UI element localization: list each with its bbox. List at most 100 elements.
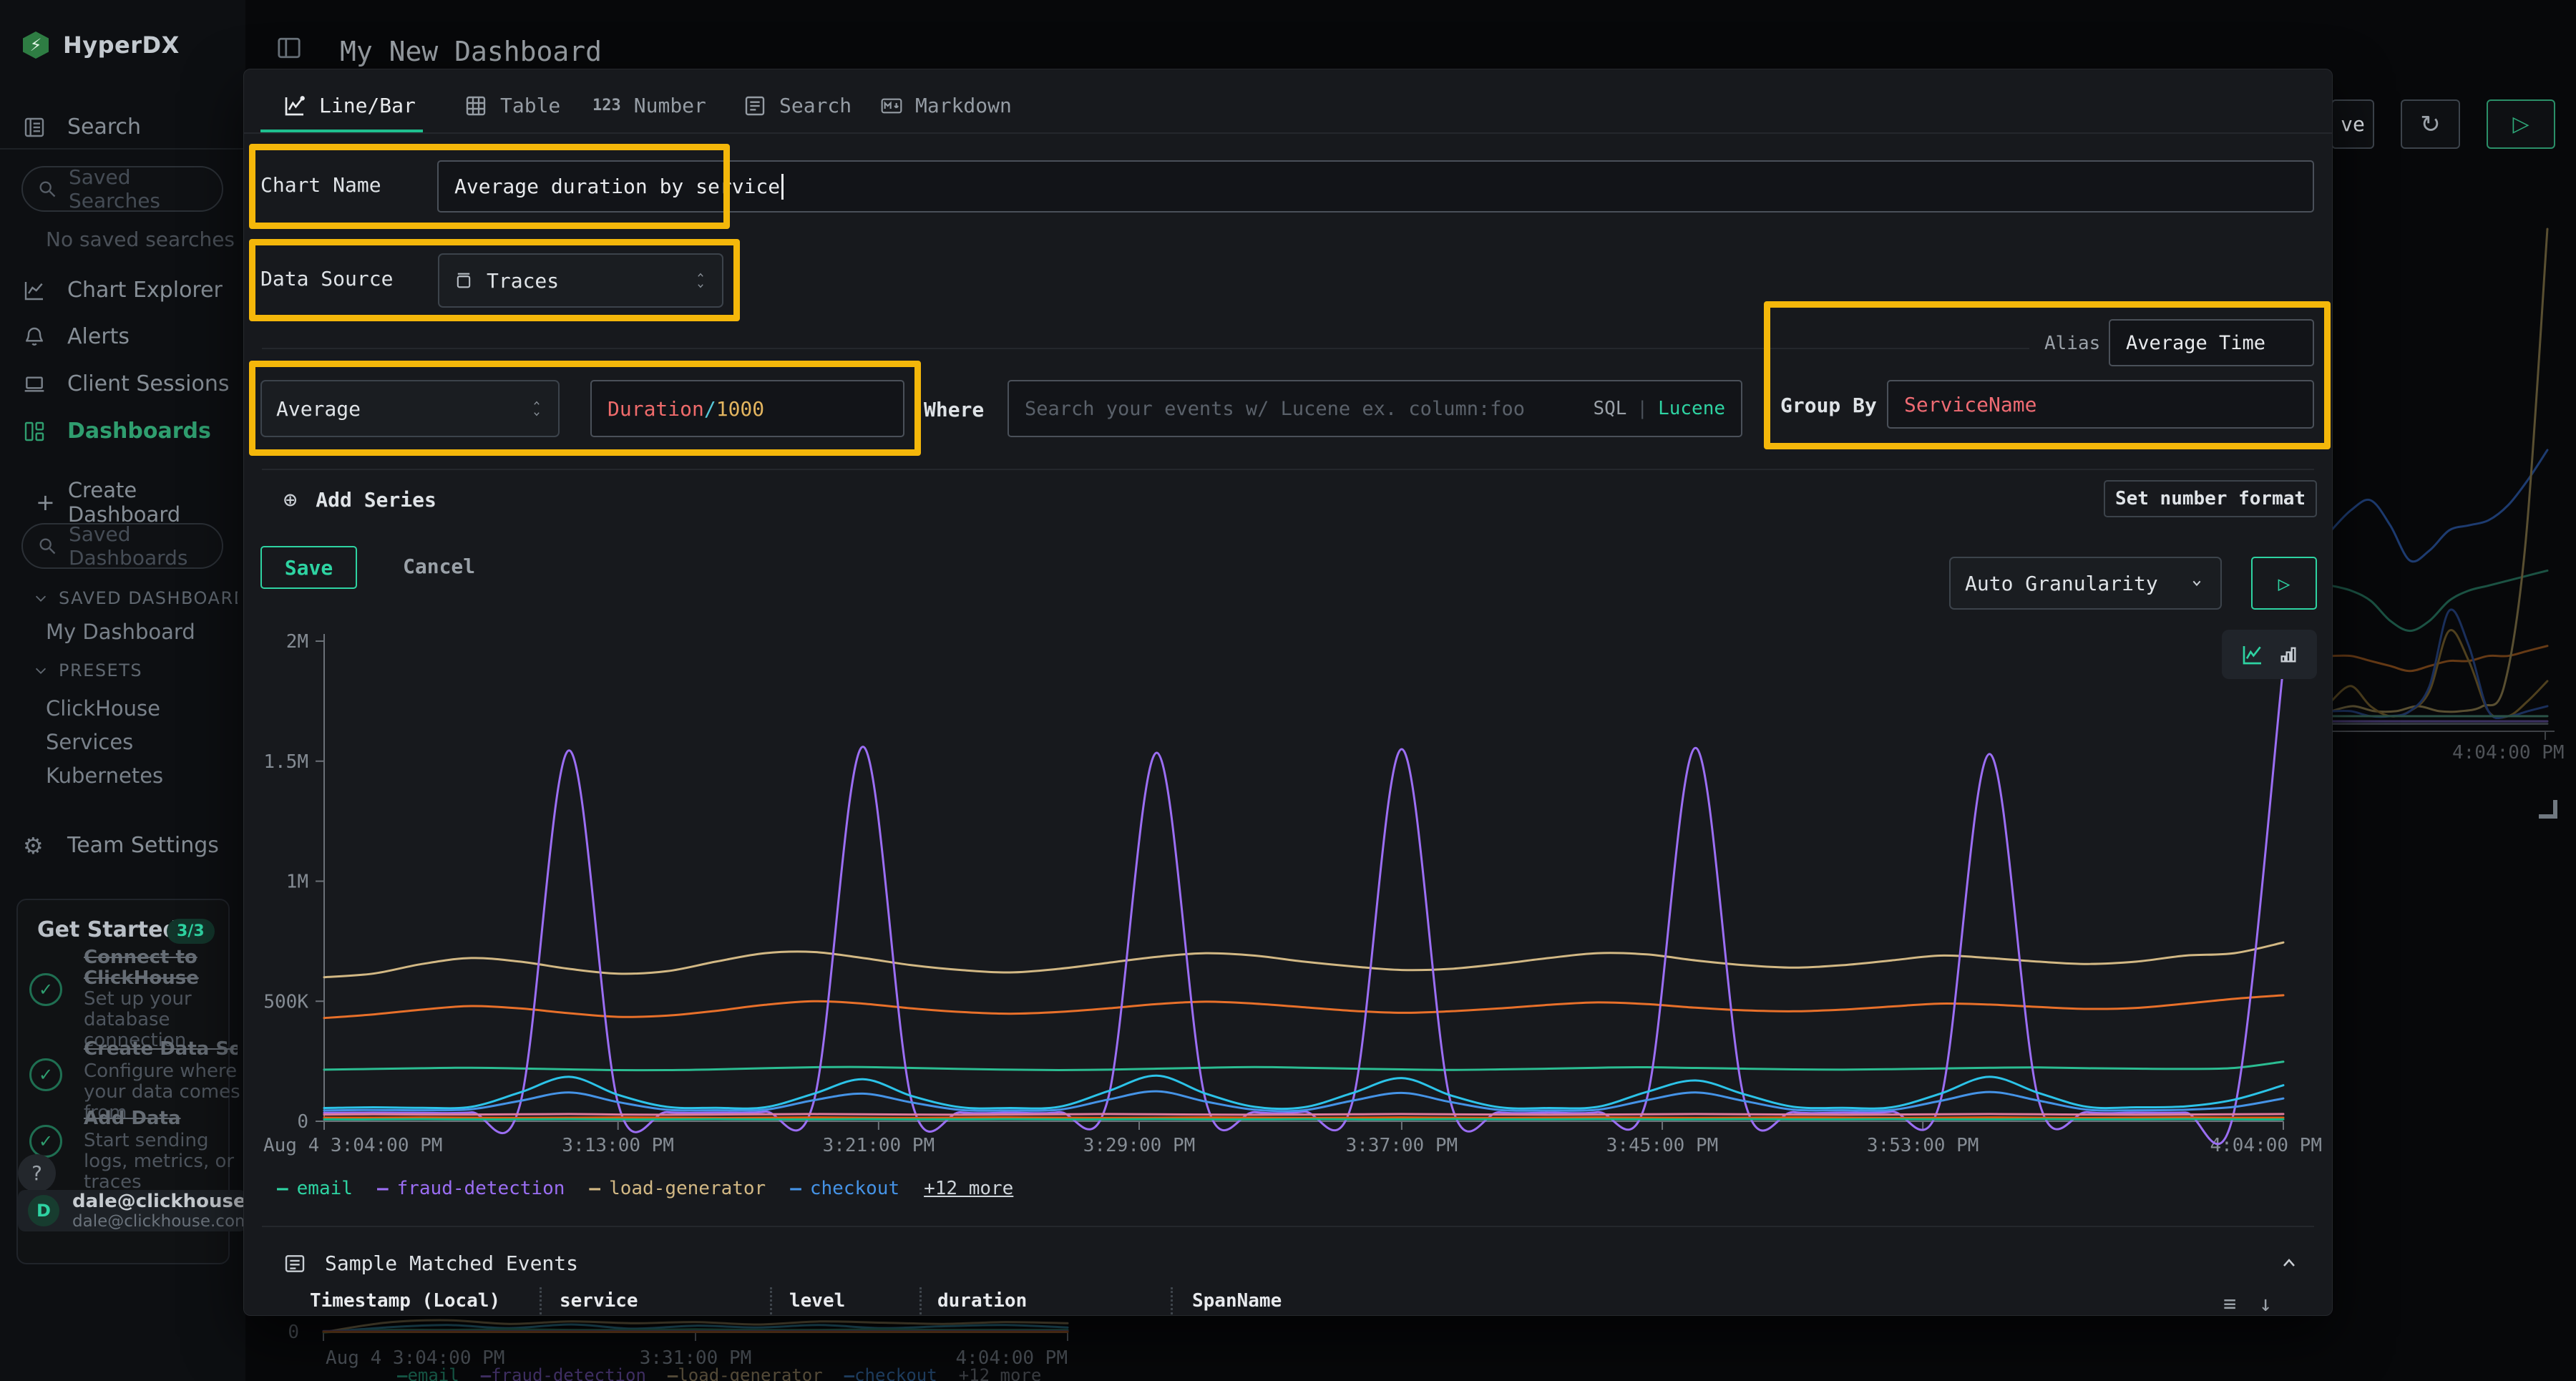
column-header[interactable]: service [560, 1290, 638, 1312]
sidebar-divider [0, 148, 245, 150]
table-download-icon[interactable]: ↓ [2259, 1292, 2272, 1316]
sidebar-item-label: Dashboards [67, 419, 211, 444]
dashboard-save-button-partial[interactable]: ve [2331, 99, 2374, 149]
check-circle-icon: ✓ [29, 1058, 62, 1091]
svg-text:0: 0 [297, 1111, 308, 1133]
plus-circle-icon: ⊕ [283, 486, 297, 513]
step-title: Connect to ClickHouse [84, 947, 205, 989]
legend-entry: —checkout [844, 1365, 937, 1381]
brand[interactable]: ⚡ HyperDX [23, 31, 180, 59]
data-source-label: Data Source [260, 267, 393, 291]
table-sort-icon[interactable]: ≡ [2223, 1292, 2236, 1316]
set-number-format-button[interactable]: Set number format [2104, 480, 2317, 517]
saved-searches-input[interactable]: Saved Searches [21, 166, 223, 212]
step-title: Create Data Source [84, 1039, 238, 1060]
chart-name-input[interactable]: Average duration by service [437, 160, 2314, 213]
sidebar-item-services[interactable]: Services [46, 730, 133, 754]
text-cursor [781, 174, 784, 200]
create-dashboard-button[interactable]: + Create Dashboard [36, 478, 245, 527]
no-saved-searches: No saved searches [46, 228, 235, 251]
laptop-icon [23, 373, 46, 396]
sidebar-item-chart-explorer[interactable]: Chart Explorer [23, 278, 223, 303]
dashboards-grid-icon [23, 420, 46, 443]
collapse-chevron-icon[interactable] [2278, 1254, 2301, 1272]
legend-dash-icon: — [481, 1365, 491, 1381]
column-header[interactable]: SpanName [1192, 1290, 1282, 1312]
save-button[interactable]: Save [260, 546, 357, 589]
svg-text:3:13:00 PM: 3:13:00 PM [562, 1135, 674, 1156]
get-started-title: Get Started [37, 917, 178, 942]
database-icon [454, 270, 474, 291]
presets-section-header[interactable]: PRESETS [33, 660, 142, 680]
sidebar-item-clickhouse[interactable]: ClickHouse [46, 696, 160, 721]
run-chart-button[interactable]: ▷ [2251, 557, 2317, 610]
line-chart-icon [283, 94, 306, 117]
sql-mode-toggle[interactable]: SQL [1593, 398, 1626, 419]
line-chart-icon[interactable] [2241, 643, 2264, 666]
sidebar-item-search[interactable]: Search [23, 114, 141, 140]
tile-resize-handle[interactable] [2539, 800, 2557, 819]
svg-text:4:04:00 PM: 4:04:00 PM [2210, 1135, 2322, 1156]
sample-events-header[interactable]: Sample Matched Events [283, 1251, 578, 1275]
help-button[interactable]: ? [18, 1154, 56, 1192]
alias-input[interactable]: Average Time [2109, 319, 2314, 366]
dashboard-play-button[interactable]: ▷ [2487, 99, 2555, 149]
column-header[interactable]: level [789, 1290, 845, 1312]
sidebar-item-alerts[interactable]: Alerts [23, 324, 130, 349]
svg-text:500K: 500K [263, 991, 308, 1012]
sidebar-item-my-dashboard[interactable]: My Dashboard [46, 620, 195, 644]
cancel-button[interactable]: Cancel [403, 555, 475, 578]
bell-icon [23, 326, 46, 348]
search-doc-icon [23, 116, 46, 139]
granularity-select[interactable]: Auto Granularity [1949, 557, 2222, 610]
sidebar-item-dashboards[interactable]: Dashboards [23, 419, 211, 444]
refresh-button[interactable]: ↻ [2401, 99, 2460, 149]
saved-dashboards-placeholder: Saved Dashboards [69, 522, 213, 570]
magnifier-icon [37, 179, 57, 199]
step-desc: Start sending logs, metrics, or traces [84, 1131, 247, 1193]
legend-entry: —checkout [790, 1178, 899, 1199]
plus-icon: + [36, 489, 55, 516]
column-header[interactable]: duration [937, 1290, 1027, 1312]
user-menu[interactable]: D dale@clickhouse.c dale@clickhouse.com'… [18, 1190, 247, 1231]
chevron-down-icon [2187, 577, 2206, 589]
data-source-select[interactable]: Traces [438, 253, 723, 308]
sidebar-toggle-icon[interactable] [276, 36, 302, 60]
column-header[interactable]: Timestamp (Local) [310, 1290, 500, 1312]
chart-type-toggle[interactable] [2222, 630, 2317, 679]
saved-dashboards-input[interactable]: Saved Dashboards [21, 523, 223, 569]
aggregation-select[interactable]: Average [260, 380, 560, 437]
sidebar-item-client-sessions[interactable]: Client Sessions [23, 371, 229, 396]
lucene-mode-toggle[interactable]: Lucene [1658, 398, 1725, 419]
legend-dash-icon: — [790, 1178, 801, 1199]
check-circle-icon: ✓ [29, 973, 62, 1006]
sidebar-item-kubernetes[interactable]: Kubernetes [46, 763, 163, 788]
list-icon [283, 1252, 306, 1275]
sidebar-item-team-settings[interactable]: ⚙ Team Settings [23, 833, 219, 858]
tab-table[interactable]: Table [464, 94, 560, 117]
field-expression-input[interactable]: Duration/1000 [590, 380, 904, 437]
where-search-input[interactable]: Search your events w/ Lucene ex. column:… [1008, 380, 1742, 437]
svg-text:3:53:00 PM: 3:53:00 PM [1867, 1135, 1979, 1156]
legend-more-link[interactable]: +12 more [924, 1178, 1013, 1199]
user-name: dale@clickhouse.c [72, 1191, 247, 1212]
tab-number[interactable]: 123 Number [592, 94, 706, 117]
group-by-input[interactable]: ServiceName [1887, 380, 2314, 429]
get-started-badge: 3/3 [167, 919, 215, 944]
alias-label: Alias [2044, 333, 2100, 354]
chart-legend: —email—fraud-detection—load-generator—ch… [277, 1178, 1013, 1199]
svg-text:2M: 2M [286, 631, 308, 653]
tab-line-bar[interactable]: Line/Bar [283, 94, 416, 117]
page-title: My New Dashboard [340, 36, 602, 67]
add-series-button[interactable]: ⊕ Add Series [283, 486, 436, 513]
tab-markdown[interactable]: Markdown [879, 94, 1012, 117]
refresh-icon: ↻ [2420, 110, 2441, 139]
bar-chart-icon[interactable] [2278, 645, 2298, 665]
user-subtitle: dale@clickhouse.com's [72, 1212, 247, 1231]
legend-entry: —email [277, 1178, 353, 1199]
legend-dash-icon: — [277, 1178, 288, 1199]
svg-text:Aug 4 3:04:00 PM: Aug 4 3:04:00 PM [263, 1135, 442, 1156]
tab-search[interactable]: Search [743, 94, 852, 117]
saved-dashboards-section-header[interactable]: SAVED DASHBOARDS [33, 588, 238, 608]
play-icon: ▷ [2278, 572, 2290, 595]
